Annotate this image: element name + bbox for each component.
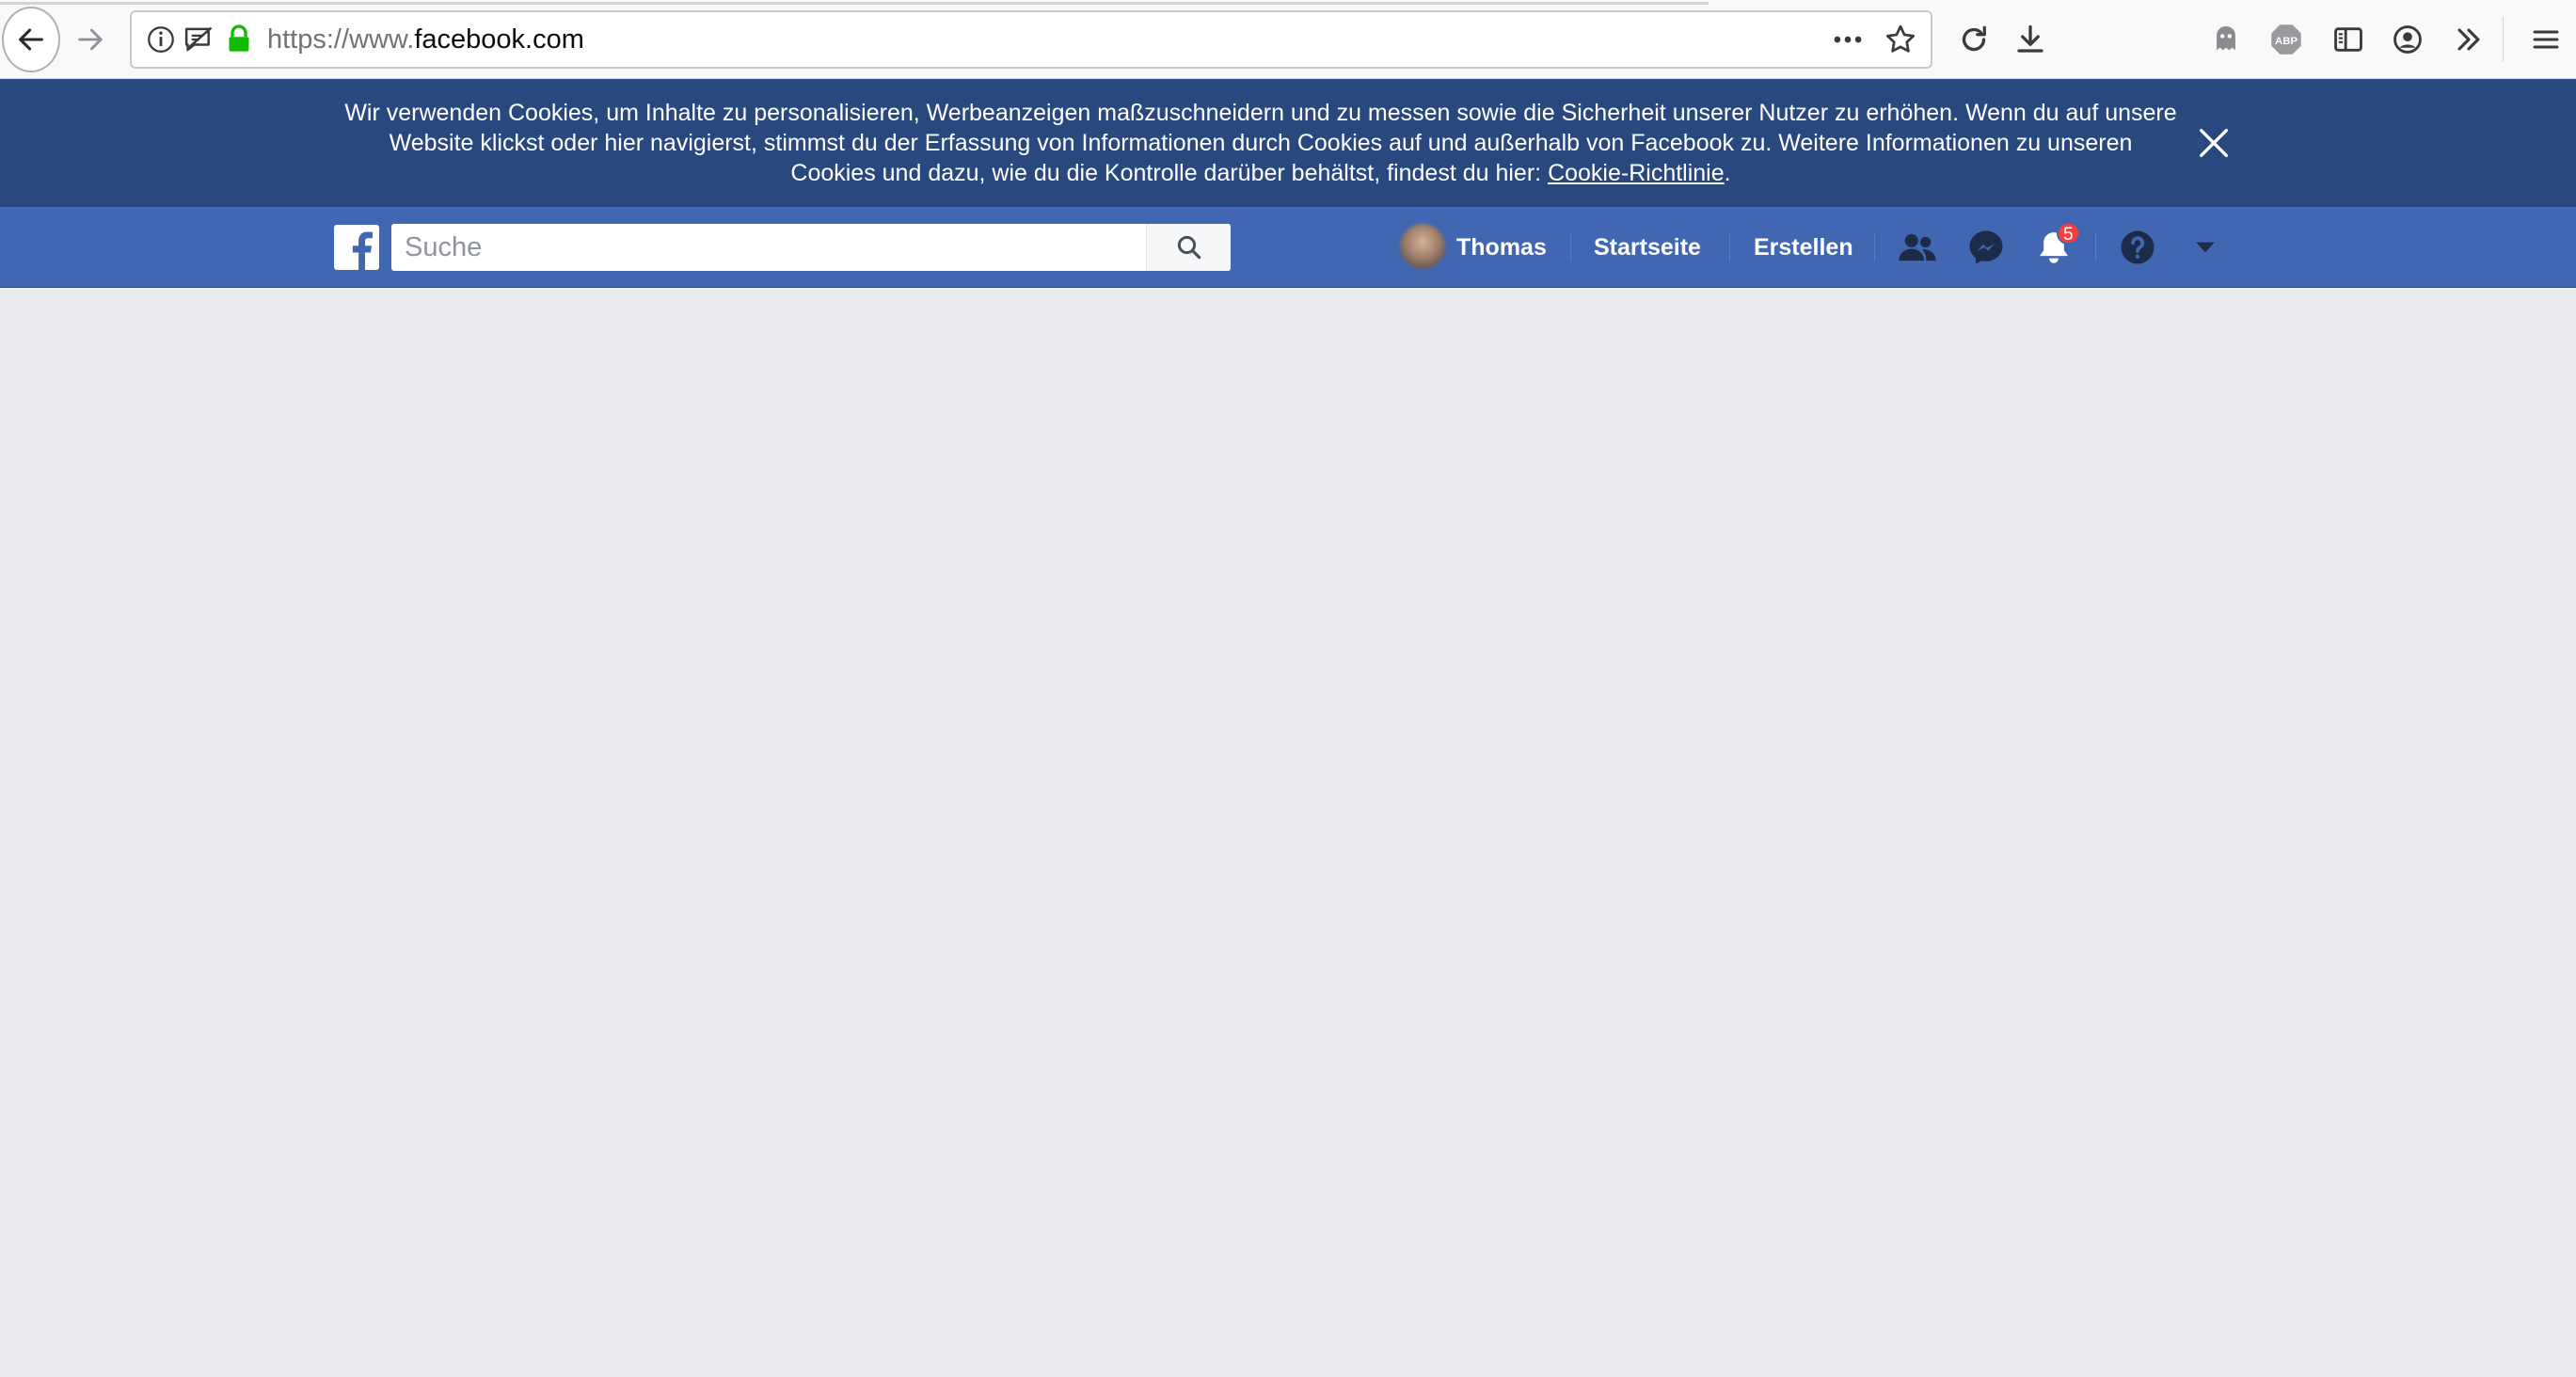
cookie-text-line-1: Wir verwenden Cookies, um Inhalte zu per… bbox=[344, 100, 2177, 126]
url-bar[interactable]: https://www.facebook.com bbox=[0, 2, 1932, 69]
account-icon bbox=[2393, 25, 2422, 54]
nav-separator bbox=[1729, 233, 1730, 261]
account-settings-dropdown[interactable] bbox=[2182, 224, 2229, 271]
cookie-banner-close-button[interactable] bbox=[2195, 124, 2233, 162]
download-icon bbox=[2017, 24, 2043, 53]
messenger-button[interactable] bbox=[1963, 224, 2010, 271]
cookie-text-line-3: Cookies und dazu, wie du die Kontrolle d… bbox=[310, 158, 2211, 188]
svg-text:ABP: ABP bbox=[2275, 36, 2298, 47]
search-input[interactable] bbox=[391, 224, 1144, 271]
toolbar-separator bbox=[2503, 17, 2504, 62]
reload-button[interactable] bbox=[1951, 17, 1996, 62]
friends-icon bbox=[1899, 233, 1936, 261]
help-icon bbox=[2121, 230, 2155, 264]
back-icon bbox=[19, 28, 43, 51]
caret-down-icon bbox=[2196, 242, 2215, 253]
sidebar-icon bbox=[2334, 27, 2362, 52]
bookmark-star-icon[interactable] bbox=[1884, 12, 1917, 67]
nav-separator bbox=[1570, 233, 1571, 261]
cookie-text-line-2: Website klickst oder hier navigierst, st… bbox=[389, 130, 2133, 156]
url-host: facebook.com bbox=[414, 24, 584, 55]
nav-separator bbox=[1874, 233, 1875, 261]
messenger-icon bbox=[1969, 230, 2003, 264]
overflow-menu-button[interactable] bbox=[2448, 19, 2489, 60]
more-icon[interactable] bbox=[1831, 12, 1865, 67]
url-text[interactable]: https://www.facebook.com bbox=[267, 12, 584, 67]
app-menu-button[interactable] bbox=[2525, 19, 2567, 60]
friend-requests-button[interactable] bbox=[1894, 224, 1941, 271]
nav-separator bbox=[2095, 233, 2096, 261]
facebook-logo-icon bbox=[352, 231, 373, 270]
cookie-banner: Wir verwenden Cookies, um Inhalte zu per… bbox=[0, 79, 2576, 207]
downloads-button[interactable] bbox=[2008, 17, 2053, 62]
avatar[interactable] bbox=[1400, 224, 1445, 269]
close-icon bbox=[2200, 129, 2228, 157]
adblock-icon: ABP bbox=[2271, 24, 2301, 55]
account-button[interactable] bbox=[2387, 19, 2428, 60]
overflow-icon bbox=[2457, 28, 2480, 51]
forward-button[interactable] bbox=[64, 13, 117, 66]
ghostery-icon bbox=[2217, 25, 2235, 51]
notification-count-badge: 5 bbox=[2057, 222, 2080, 245]
page-content bbox=[0, 289, 2576, 1377]
profile-link[interactable]: Thomas bbox=[1456, 207, 1547, 288]
info-icon[interactable] bbox=[145, 12, 177, 67]
cookie-policy-link[interactable]: Cookie-Richtlinie bbox=[1548, 160, 1725, 186]
facebook-logo[interactable] bbox=[334, 225, 379, 270]
nav-home-link[interactable]: Startseite bbox=[1594, 207, 1701, 288]
url-scheme: https://www. bbox=[267, 24, 415, 55]
search-icon bbox=[1177, 235, 1201, 260]
ghostery-extension-button[interactable] bbox=[2205, 19, 2247, 60]
facebook-header: Thomas Startseite Erstellen 5 bbox=[0, 207, 2576, 288]
cookie-text-line-3-lead: Cookies und dazu, wie du die Kontrolle d… bbox=[790, 160, 1549, 186]
forward-icon bbox=[78, 28, 103, 51]
search-button[interactable] bbox=[1146, 224, 1231, 271]
sidebar-button[interactable] bbox=[2328, 19, 2369, 60]
menu-icon bbox=[2533, 30, 2559, 49]
adblock-extension-button[interactable]: ABP bbox=[2266, 19, 2307, 60]
cookie-text-period: . bbox=[1724, 160, 1731, 186]
page-load-progress bbox=[0, 2, 1709, 5]
browser-toolbar: https://www.facebook.com ABP bbox=[0, 0, 2576, 79]
search-box bbox=[391, 224, 1231, 271]
back-button[interactable] bbox=[2, 7, 60, 72]
reload-icon bbox=[1962, 25, 1986, 52]
help-button[interactable] bbox=[2114, 224, 2161, 271]
nav-create-link[interactable]: Erstellen bbox=[1754, 207, 1853, 288]
lock-icon[interactable] bbox=[226, 12, 252, 67]
permissions-icon[interactable] bbox=[183, 12, 216, 67]
cookie-notice-text: Wir verwenden Cookies, um Inhalte zu per… bbox=[310, 98, 2211, 188]
